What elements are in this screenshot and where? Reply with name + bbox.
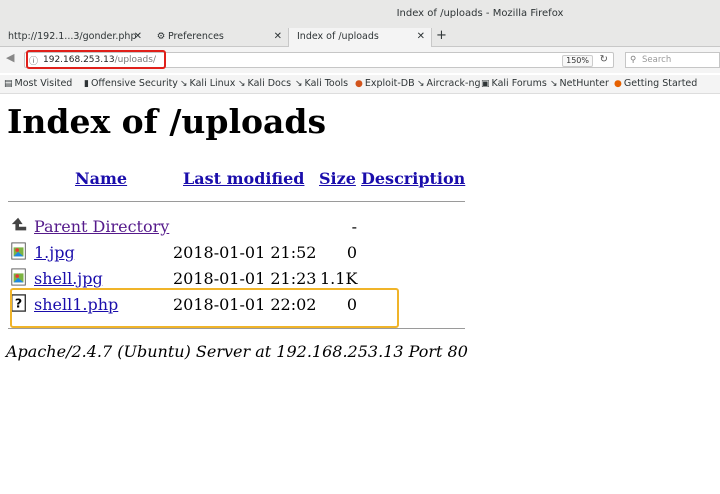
file-link[interactable]: 1.jpg (34, 243, 75, 262)
exploit-db-icon: ● (355, 79, 363, 89)
back-arrow-icon[interactable]: ◀ (6, 51, 14, 64)
bookmark-kali-forums[interactable]: ▣ Kali Forums (481, 78, 547, 89)
footer-divider (8, 328, 465, 329)
close-icon[interactable]: ✕ (417, 28, 425, 45)
sort-by-name-link[interactable]: Name (75, 169, 127, 188)
close-icon[interactable]: ✕ (134, 28, 142, 45)
parent-directory-row: Parent Directory - (0, 217, 470, 241)
url-highlight-box (26, 50, 166, 69)
tab-label: Index of /uploads (297, 31, 379, 42)
window-title-text: Index of /uploads - Mozilla Firefox (396, 8, 564, 19)
header-divider (8, 201, 465, 202)
bookmark-nethunter[interactable]: ↘ NetHunter (550, 78, 609, 89)
tab-index-uploads[interactable]: Index of /uploads ✕ (288, 28, 432, 47)
bookmark-kali-tools[interactable]: ↘ Kali Tools (295, 78, 348, 89)
bookmark-label: Getting Started (623, 78, 698, 89)
sort-by-size-link[interactable]: Size (319, 169, 356, 188)
window-title: Index of /uploads - Mozilla Firefox (0, 8, 720, 19)
bookmark-most-visited[interactable]: ▤ Most Visited (4, 78, 72, 89)
star-icon: ▤ (4, 79, 13, 89)
firefox-icon: ● (614, 79, 622, 89)
back-folder-icon (11, 217, 27, 231)
bookmarks-toolbar: ▤ Most Visited ▮ Offensive Security ↘ Kali … (0, 75, 720, 94)
zoom-level-button[interactable]: 150% (562, 55, 593, 67)
bookmark-getting-started[interactable]: ● Getting Started (614, 78, 697, 89)
kali-dragon-icon: ↘ (238, 79, 246, 89)
parent-size: - (351, 217, 357, 236)
bookmark-label: Kali Tools (304, 78, 349, 89)
bookmark-offensive-security[interactable]: ▮ Offensive Security (84, 78, 178, 89)
bookmark-label: Kali Linux (189, 78, 236, 89)
file-link[interactable]: shell.jpg (34, 269, 103, 288)
offsec-icon: ▮ (84, 79, 89, 89)
kali-dragon-icon: ↘ (295, 79, 303, 89)
bookmark-kali-linux[interactable]: ↘ Kali Linux (180, 78, 235, 89)
bookmark-label: Exploit-DB (364, 78, 415, 89)
tab-strip: http://192.1...3/gonder.php ✕ ⚙ Preferenc… (0, 28, 720, 47)
reload-icon[interactable]: ↻ (600, 54, 608, 65)
page-title: Index of /uploads (7, 102, 327, 141)
kali-dragon-icon: ↘ (550, 79, 558, 89)
image-file-icon (11, 268, 26, 286)
bookmark-label: Offensive Security (90, 78, 178, 89)
search-placeholder: Search (642, 55, 672, 65)
bookmark-label: Kali Docs (247, 78, 292, 89)
server-signature: Apache/2.4.7 (Ubuntu) Server at 192.168.… (6, 342, 468, 361)
bookmark-label: Aircrack-ng (426, 78, 481, 89)
bookmark-label: Most Visited (14, 78, 73, 89)
gear-icon: ⚙ (156, 31, 166, 42)
file-modified: 2018-01-01 21:52 (173, 243, 317, 262)
bookmark-label: NetHunter (559, 78, 609, 89)
file-row: 1.jpg 2018-01-01 21:52 0 (0, 242, 470, 267)
bookmark-label: Kali Forums (491, 78, 547, 89)
window-titlebar: Index of /uploads - Mozilla Firefox (0, 0, 720, 28)
file-highlight-box (10, 288, 399, 328)
kali-dragon-icon: ↘ (180, 79, 188, 89)
new-tab-icon[interactable]: + (436, 28, 447, 44)
kali-forums-icon: ▣ (481, 79, 490, 89)
sort-by-modified-link[interactable]: Last modified (183, 169, 304, 188)
tab-preferences[interactable]: ⚙ Preferences ✕ (148, 28, 288, 46)
aircrack-icon: ↘ (417, 79, 425, 89)
search-icon: ⚲ (630, 55, 637, 65)
close-icon[interactable]: ✕ (274, 28, 282, 45)
tab-gonder[interactable]: http://192.1...3/gonder.php ✕ (0, 28, 148, 46)
tab-label: http://192.1...3/gonder.php (8, 31, 137, 42)
file-size: 0 (346, 243, 357, 262)
bookmark-aircrack-ng[interactable]: ↘ Aircrack-ng (417, 78, 481, 89)
file-size: 1.1K (320, 269, 358, 288)
bookmark-exploit-db[interactable]: ● Exploit-DB (355, 78, 415, 89)
image-file-icon (11, 242, 26, 260)
sort-by-description-link[interactable]: Description (361, 169, 465, 188)
file-modified: 2018-01-01 21:23 (173, 269, 317, 288)
bookmark-kali-docs[interactable]: ↘ Kali Docs (238, 78, 291, 89)
parent-directory-link[interactable]: Parent Directory (34, 217, 169, 236)
search-input[interactable]: ⚲ Search (625, 52, 720, 68)
tab-label: Preferences (168, 31, 224, 42)
